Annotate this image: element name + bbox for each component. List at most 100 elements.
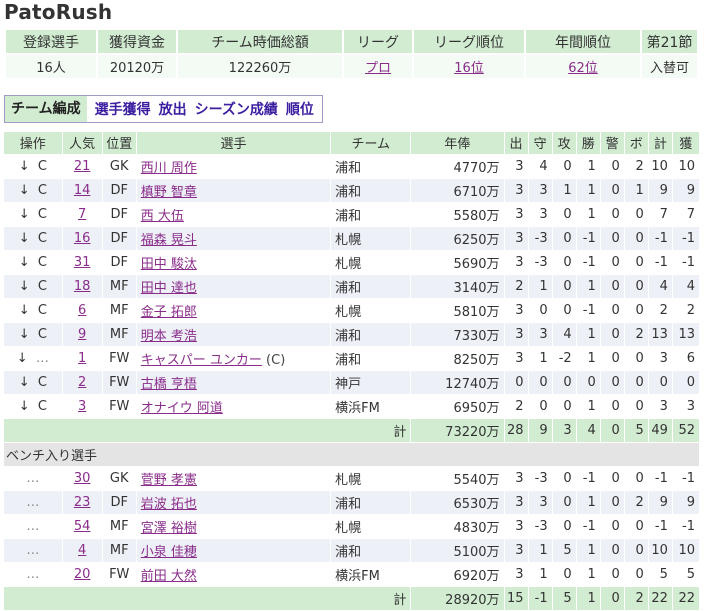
tab-1[interactable]: チーム編成 (5, 96, 87, 122)
move-down-button[interactable]: ↓ (19, 279, 30, 294)
move-down-button[interactable]: ↓ (19, 255, 30, 270)
player-name-link[interactable]: 前田 大然 (141, 569, 197, 584)
move-down-button[interactable]: ↓ (19, 183, 30, 198)
move-down-button[interactable]: ↓ (19, 231, 30, 246)
player-name-link[interactable]: 西 大伍 (141, 209, 184, 224)
team-cell: 浦和 (330, 154, 412, 179)
player-row: ↓ C 3 FW オナイウ 阿道 横浜FM 6950万 2 0 0 1 0 0 3 3 (4, 394, 701, 419)
captain-button[interactable]: C (38, 279, 47, 294)
total-stat: 22 (648, 586, 673, 611)
summary-link[interactable]: 62位 (568, 61, 598, 76)
tab-5[interactable]: 順位 (282, 99, 318, 119)
more-options-button[interactable]: … (26, 495, 39, 510)
stat-cell: -1 (576, 298, 601, 323)
stat-cell: 0 (552, 250, 577, 275)
team-cell: 札幌 (330, 514, 412, 539)
popularity-link[interactable]: 2 (78, 375, 86, 390)
captain-badge: (C) (266, 352, 286, 368)
move-down-button[interactable]: ↓ (17, 351, 28, 366)
stat-cell: 0 (600, 322, 625, 347)
more-options-button[interactable]: … (26, 519, 39, 534)
row-actions: … (4, 514, 63, 539)
more-options-button[interactable]: … (36, 351, 49, 366)
tab-2[interactable]: 選手獲得 (91, 99, 155, 119)
player-name-cell: 西 大伍 (136, 202, 332, 227)
player-row: … 23 DF 岩波 拓也 浦和 6530万 3 3 0 1 0 2 9 9 (4, 490, 701, 515)
player-name-cell: 西川 周作 (136, 154, 332, 179)
move-down-button[interactable]: ↓ (19, 399, 30, 414)
captain-button[interactable]: C (38, 159, 47, 174)
captain-button[interactable]: C (38, 399, 47, 414)
move-down-button[interactable]: ↓ (19, 207, 30, 222)
column-header: 選手 (136, 132, 332, 155)
team-cell: 横浜FM (330, 394, 412, 419)
captain-button[interactable]: C (38, 255, 47, 270)
move-down-button[interactable]: ↓ (19, 303, 30, 318)
popularity-link[interactable]: 16 (74, 231, 91, 246)
player-name-link[interactable]: 西川 周作 (141, 161, 197, 176)
player-name-link[interactable]: 福森 晃斗 (141, 233, 197, 248)
player-name-link[interactable]: 岩波 拓也 (141, 497, 197, 512)
team-cell: 浦和 (330, 490, 412, 515)
move-down-button[interactable]: ↓ (19, 327, 30, 342)
summary-link[interactable]: プロ (365, 61, 391, 76)
popularity-link[interactable]: 4 (78, 543, 86, 558)
tab-3[interactable]: 放出 (155, 99, 191, 119)
player-name-link[interactable]: オナイウ 阿道 (141, 401, 223, 416)
player-name-link[interactable]: 宮澤 裕樹 (141, 521, 197, 536)
popularity-link[interactable]: 6 (78, 303, 86, 318)
salary-cell: 5540万 (410, 466, 505, 491)
player-name-cell: 古橋 亨梧 (136, 370, 332, 395)
summary-link[interactable]: 16位 (454, 61, 484, 76)
summary-header: チーム時価総額 (176, 28, 344, 55)
player-name-link[interactable]: 金子 拓郎 (141, 305, 197, 320)
stat-cell: 0 (552, 562, 577, 587)
move-down-button[interactable]: ↓ (19, 159, 30, 174)
captain-button[interactable]: C (38, 327, 47, 342)
player-name-cell: 宮澤 裕樹 (136, 514, 332, 539)
more-options-button[interactable]: … (26, 471, 39, 486)
stat-cell: 10 (672, 538, 701, 563)
popularity-link[interactable]: 1 (78, 351, 86, 366)
player-name-link[interactable]: 田中 駿汰 (141, 257, 197, 272)
player-name-link[interactable]: 小泉 佳穂 (141, 545, 197, 560)
captain-button[interactable]: C (38, 303, 47, 318)
popularity-link[interactable]: 18 (74, 279, 91, 294)
popularity-link[interactable]: 9 (78, 327, 86, 342)
captain-button[interactable]: C (38, 183, 47, 198)
captain-button[interactable]: C (38, 231, 47, 246)
popularity-link[interactable]: 14 (74, 183, 91, 198)
summary-value: 20120万 (96, 53, 178, 80)
more-options-button[interactable]: … (26, 543, 39, 558)
popularity-link[interactable]: 7 (78, 207, 86, 222)
player-name-link[interactable]: 古橋 亨梧 (141, 377, 197, 392)
stat-cell: 3 (504, 490, 529, 515)
captain-button[interactable]: C (38, 207, 47, 222)
summary-value: 16人 (4, 53, 98, 80)
popularity-link[interactable]: 54 (74, 519, 91, 534)
stat-cell: 0 (600, 274, 625, 299)
column-header: 人気 (62, 132, 103, 155)
player-name-link[interactable]: キャスパー ユンカー (141, 353, 262, 368)
player-name-link[interactable]: 明本 考浩 (141, 329, 197, 344)
salary-cell: 8250万 (410, 346, 505, 371)
popularity-cell: 30 (62, 466, 103, 491)
popularity-link[interactable]: 30 (74, 471, 91, 486)
stat-cell: 0 (552, 466, 577, 491)
player-name-link[interactable]: 槙野 智章 (141, 185, 197, 200)
popularity-link[interactable]: 21 (74, 159, 91, 174)
stat-cell: 0 (600, 490, 625, 515)
popularity-link[interactable]: 20 (74, 567, 91, 582)
salary-cell: 4770万 (410, 154, 505, 179)
popularity-link[interactable]: 31 (74, 255, 91, 270)
popularity-link[interactable]: 3 (78, 399, 86, 414)
popularity-link[interactable]: 23 (74, 495, 91, 510)
player-name-link[interactable]: 菅野 孝憲 (141, 473, 197, 488)
tab-4[interactable]: シーズン成績 (191, 99, 282, 119)
total-stat: 5 (624, 418, 649, 443)
captain-button[interactable]: C (38, 375, 47, 390)
move-down-button[interactable]: ↓ (19, 375, 30, 390)
player-name-link[interactable]: 田中 達也 (141, 281, 197, 296)
stat-cell: 0 (600, 250, 625, 275)
more-options-button[interactable]: … (26, 567, 39, 582)
